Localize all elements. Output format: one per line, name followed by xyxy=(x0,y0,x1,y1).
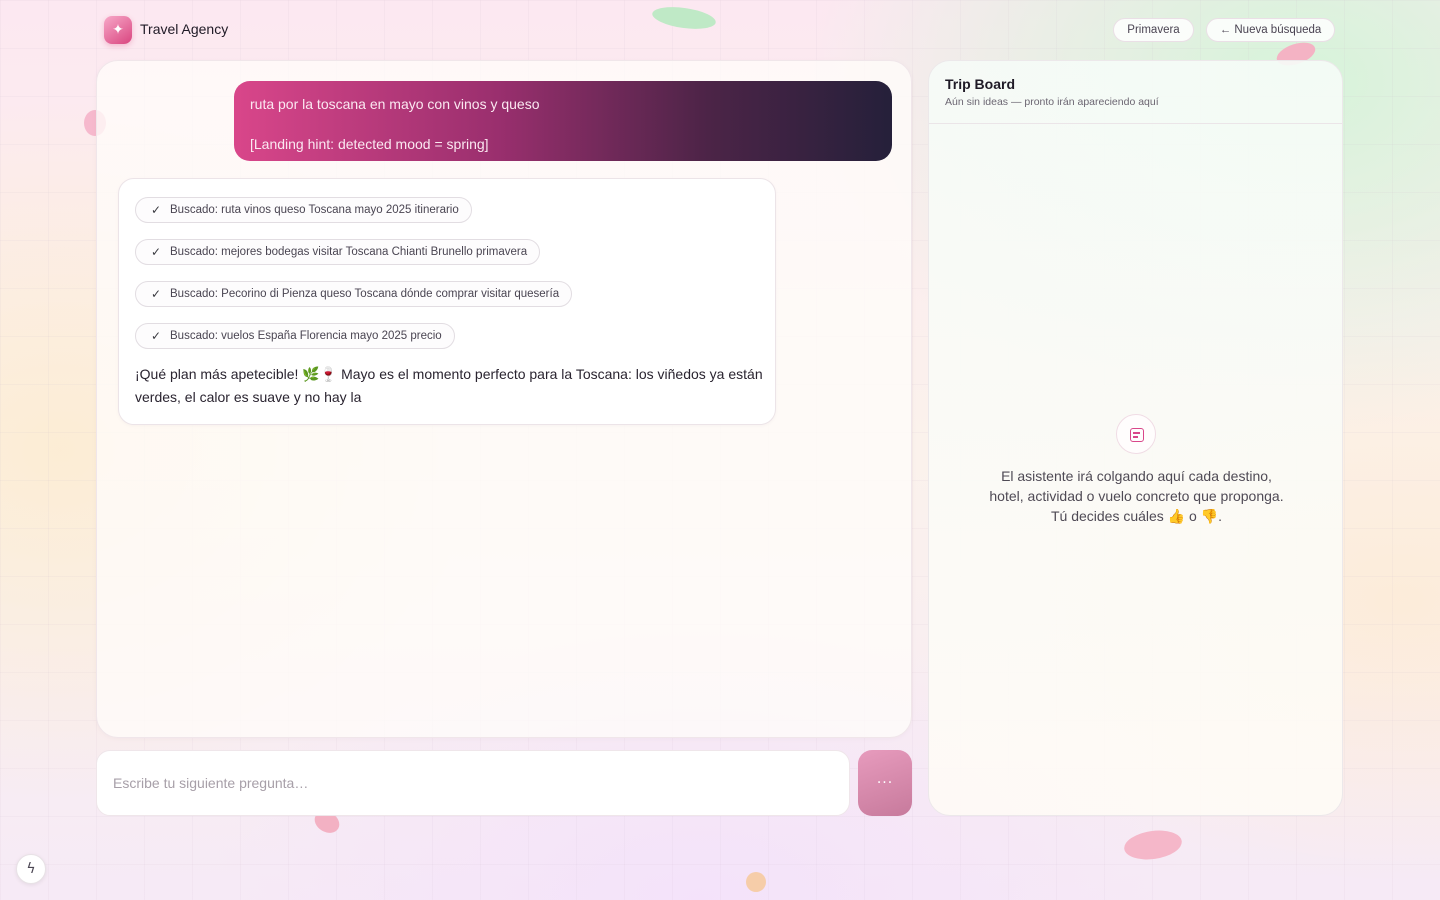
bolt-icon[interactable]: ϟ xyxy=(16,854,46,884)
assistant-message-text: ¡Qué plan más apetecible! 🌿🍷 Mayo es el … xyxy=(135,366,763,405)
brand-name: Travel Agency xyxy=(140,21,229,37)
trip-board-title: Trip Board xyxy=(945,76,1016,92)
check-icon: ✓ xyxy=(150,203,162,217)
send-button[interactable]: ··· xyxy=(858,750,912,816)
search-chip-label: Buscado: Pecorino di Pienza queso Toscan… xyxy=(170,288,560,300)
chat-panel: ruta por la toscana en mayo con vinos y … xyxy=(96,60,912,738)
message-input[interactable] xyxy=(96,750,850,816)
trip-board-subtitle: Aún sin ideas — pronto irán apareciendo … xyxy=(945,96,1159,108)
user-message-text: ruta por la toscana en mayo con vinos y … xyxy=(250,96,540,112)
note-icon xyxy=(1116,414,1156,454)
search-chip: ✓ Buscado: vuelos España Florencia mayo … xyxy=(135,323,455,349)
divider xyxy=(929,123,1342,124)
search-chip: ✓ Buscado: ruta vinos queso Toscana mayo… xyxy=(135,197,472,223)
assistant-message: ✓ Buscado: ruta vinos queso Toscana mayo… xyxy=(118,178,776,425)
trip-board: Trip Board Aún sin ideas — pronto irán a… xyxy=(928,60,1343,816)
decorative-petal xyxy=(1122,827,1184,863)
sparkle-icon: ✦ xyxy=(104,16,132,44)
season-button[interactable]: Primavera xyxy=(1113,18,1194,42)
search-chip-label: Buscado: vuelos España Florencia mayo 20… xyxy=(170,330,442,342)
decorative-petal xyxy=(650,3,718,33)
trip-board-empty-text: El asistente irá colgando aquí cada dest… xyxy=(989,468,1284,524)
check-icon: ✓ xyxy=(150,245,162,259)
user-message-hint: [Landing hint: detected mood = spring] xyxy=(250,136,489,152)
search-chip: ✓ Buscado: mejores bodegas visitar Tosca… xyxy=(135,239,541,265)
decorative-petal xyxy=(746,872,766,892)
search-chip-label: Buscado: ruta vinos queso Toscana mayo 2… xyxy=(170,204,459,216)
check-icon: ✓ xyxy=(150,329,162,343)
search-chip-label: Buscado: mejores bodegas visitar Toscana… xyxy=(170,246,528,258)
search-chip: ✓ Buscado: Pecorino di Pienza queso Tosc… xyxy=(135,281,573,307)
user-message: ruta por la toscana en mayo con vinos y … xyxy=(234,81,892,161)
new-search-button[interactable]: ← Nueva búsqueda xyxy=(1206,18,1335,42)
check-icon: ✓ xyxy=(150,287,162,301)
